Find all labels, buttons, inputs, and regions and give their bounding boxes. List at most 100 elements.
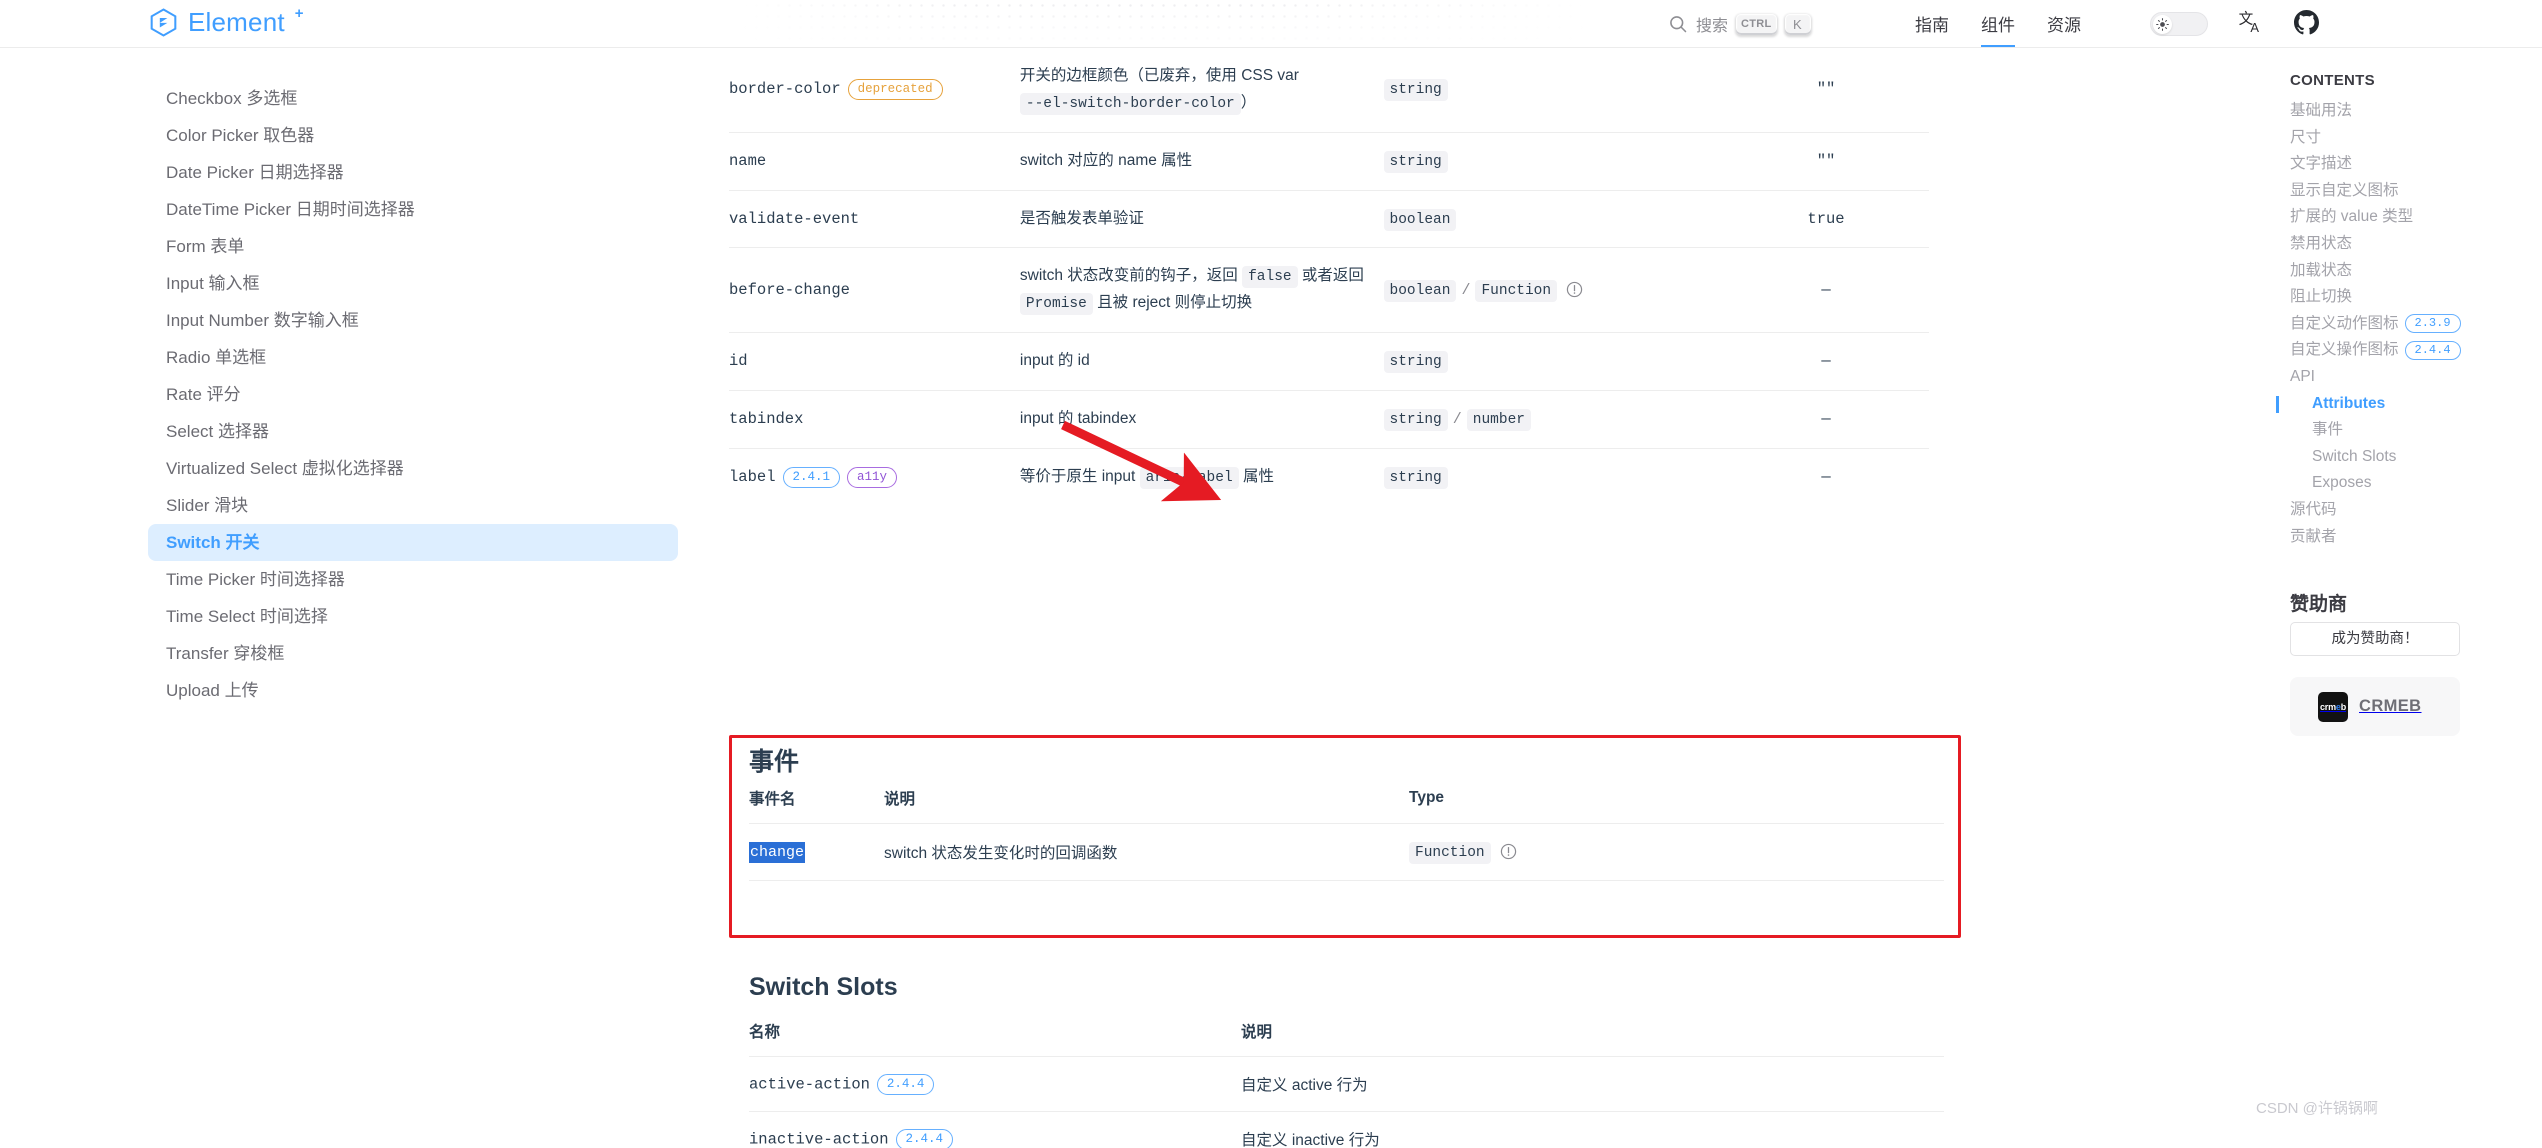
events-section-title: 事件: [749, 748, 800, 776]
type-token: string: [1383, 351, 1448, 374]
toc-item-custom-operate-icon[interactable]: 自定义操作图标 2.4.4: [2290, 337, 2540, 364]
slot-desc-cell: 自定义 active 行为: [1241, 1077, 1368, 1094]
type-token: string: [1383, 467, 1448, 490]
sidebar-item-input[interactable]: Input 输入框: [148, 265, 678, 302]
type-token-1: string: [1383, 409, 1448, 432]
attr-default-cell: —: [1821, 352, 1831, 371]
kbd-k: K: [1784, 13, 1811, 35]
desc-text-b: ）: [1240, 93, 1257, 111]
component-sidebar: Checkbox 多选框 Color Picker 取色器 Date Picke…: [0, 48, 700, 1148]
info-icon[interactable]: [1566, 281, 1583, 298]
toc-item-basic-usage[interactable]: 基础用法: [2290, 98, 2540, 125]
attr-type-cell: string: [1383, 48, 1736, 132]
toc-item-events[interactable]: 事件: [2290, 417, 2540, 444]
slots-col-desc: 说明: [1241, 1024, 1273, 1041]
sponsor-heading: 赞助商: [2290, 594, 2348, 615]
sidebar-item-upload[interactable]: Upload 上传: [148, 672, 678, 709]
sidebar-item-transfer[interactable]: Transfer 穿梭框: [148, 635, 678, 672]
toc-item-exposes[interactable]: Exposes: [2290, 470, 2540, 497]
attr-name-cell: id: [729, 352, 748, 371]
sidebar-item-switch[interactable]: Switch 开关: [148, 524, 678, 561]
sidebar-item-time-picker[interactable]: Time Picker 时间选择器: [148, 561, 678, 598]
search-label: 搜索: [1696, 18, 1729, 35]
table-row: before-change switch 状态改变前的钩子，返回 false 或…: [729, 248, 1929, 333]
attr-desc-cell: switch 对应的 name 属性: [1019, 151, 1193, 169]
sidebar-item-input-number[interactable]: Input Number 数字输入框: [148, 302, 678, 339]
nav-item-resources[interactable]: 资源: [2047, 0, 2081, 47]
element-plus-logo-icon: [150, 8, 177, 37]
toc-item-prevent-switch[interactable]: 阻止切换: [2290, 284, 2540, 311]
theme-toggle-knob: [2153, 14, 2172, 34]
toc-list: 基础用法 尺寸 文字描述 显示自定义图标 扩展的 value 类型 禁用状态 加…: [2276, 98, 2540, 551]
attr-name-cell: border-color deprecated: [729, 48, 1020, 132]
sidebar-item-date-picker[interactable]: Date Picker 日期选择器: [148, 154, 678, 191]
become-sponsor-button[interactable]: 成为赞助商！: [2290, 622, 2460, 656]
sidebar-item-color-picker[interactable]: Color Picker 取色器: [148, 117, 678, 154]
toc-item-source-code[interactable]: 源代码: [2290, 497, 2540, 524]
toc-item-extended-value[interactable]: 扩展的 value 类型: [2290, 204, 2540, 231]
sidebar-item-radio[interactable]: Radio 单选框: [148, 339, 678, 376]
toc-item-disabled[interactable]: 禁用状态: [2290, 231, 2540, 258]
svg-text:A: A: [2250, 20, 2259, 35]
sidebar-item-datetime-picker[interactable]: DateTime Picker 日期时间选择器: [148, 191, 678, 228]
toc-item-custom-action-icon[interactable]: 自定义动作图标 2.3.9: [2290, 311, 2540, 338]
attr-type-cell: boolean: [1383, 190, 1736, 248]
attr-name-cell: validate-event: [729, 209, 860, 228]
version-badge: 2.4.1: [782, 466, 841, 488]
slot-name: inactive-action: [749, 1130, 889, 1148]
slot-name-cell: inactive-action 2.4.4: [749, 1112, 1241, 1148]
version-badge: 2.4.4: [2404, 340, 2461, 360]
language-switch-button[interactable]: 文 A: [2238, 9, 2265, 41]
nav-item-guide[interactable]: 指南: [1915, 0, 1949, 47]
sidebar-item-form[interactable]: Form 表单: [148, 228, 678, 265]
nav-item-components[interactable]: 组件: [1981, 0, 2015, 47]
sidebar-item-select[interactable]: Select 选择器: [148, 413, 678, 450]
toc-item-contributors[interactable]: 贡献者: [2290, 524, 2540, 551]
toc-item-size[interactable]: 尺寸: [2290, 125, 2540, 152]
brand-plus-mark: +: [294, 5, 304, 22]
sidebar-item-checkbox[interactable]: Checkbox 多选框: [148, 80, 678, 117]
sidebar-item-rate[interactable]: Rate 评分: [148, 376, 678, 413]
attr-desc-cell: 开关的边框颜色（已废弃，使用 CSS var --el-switch-borde…: [1019, 48, 1384, 132]
crmeb-logo-text-end: b: [2340, 701, 2347, 712]
attr-desc-cell: input 的 tabindex: [1019, 410, 1137, 428]
desc-text-c: 且被 reject 则停止切换: [1092, 294, 1253, 312]
toc-item-attributes[interactable]: Attributes: [2276, 391, 2540, 418]
type-separator: /: [1452, 411, 1462, 429]
toc-item-custom-icon[interactable]: 显示自定义图标: [2290, 178, 2540, 205]
crmeb-logo-text: crm: [2319, 701, 2336, 712]
toc-item-text-description[interactable]: 文字描述: [2290, 151, 2540, 178]
toc-item-loading[interactable]: 加载状态: [2290, 258, 2540, 285]
github-link[interactable]: [2294, 10, 2319, 40]
sponsor-card-crmeb[interactable]: crm e b CRMEB: [2290, 677, 2460, 736]
search-icon: [1670, 16, 1687, 33]
attr-default-cell: —: [1821, 468, 1831, 487]
toc-item-api[interactable]: API: [2290, 364, 2540, 391]
brand-logo-link[interactable]: Element +: [148, 5, 304, 38]
attr-type-cell: string: [1383, 449, 1736, 506]
toc-heading: CONTENTS: [2290, 72, 2375, 89]
sun-icon: [2156, 17, 2169, 31]
sidebar-item-slider[interactable]: Slider 滑块: [148, 487, 678, 524]
attr-default-cell: true: [1807, 209, 1845, 228]
type-token: boolean: [1383, 208, 1457, 231]
table-row: active-action 2.4.4 自定义 active 行为: [749, 1057, 1944, 1112]
attr-desc-cell: input 的 id: [1019, 352, 1090, 370]
slot-name: active-action: [749, 1075, 870, 1094]
attr-name: border-color: [729, 80, 841, 99]
sidebar-item-virtualized-select[interactable]: Virtualized Select 虚拟化选择器: [148, 450, 678, 487]
toc-item-switch-slots[interactable]: Switch Slots: [2290, 444, 2540, 471]
table-row: name switch 对应的 name 属性 string "": [729, 132, 1929, 191]
search-trigger[interactable]: 搜索 CTRL K: [1668, 8, 1811, 40]
event-name-selected[interactable]: change: [749, 842, 806, 863]
info-icon[interactable]: [1500, 843, 1517, 860]
sidebar-item-time-select[interactable]: Time Select 时间选择: [148, 598, 678, 635]
attr-desc-cell: 是否触发表单验证: [1019, 209, 1144, 227]
slots-section-title: Switch Slots: [749, 973, 898, 1001]
events-col-type: Type: [1409, 789, 1445, 806]
github-icon: [2294, 10, 2319, 35]
toc-label: 自定义动作图标: [2290, 314, 2399, 332]
theme-toggle-switch[interactable]: [2150, 12, 2208, 36]
events-table-body: change switch 状态发生变化时的回调函数 Function: [749, 824, 1944, 881]
type-token-2: number: [1466, 409, 1531, 432]
